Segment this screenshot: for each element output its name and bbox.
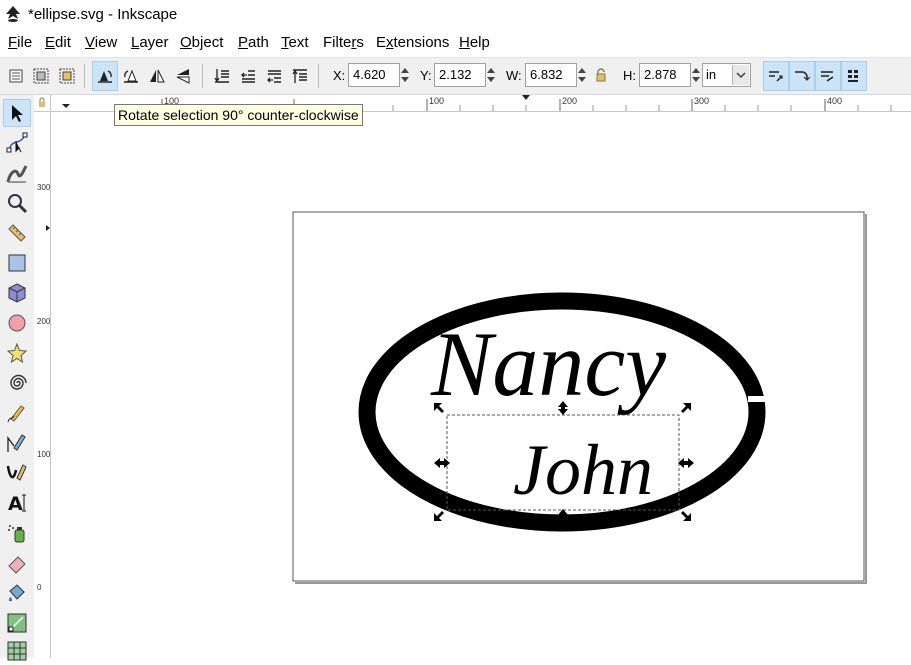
menu-filters[interactable]: Filters bbox=[323, 34, 364, 51]
lower-to-bottom-icon[interactable] bbox=[209, 61, 235, 91]
selector-tool-icon[interactable] bbox=[3, 99, 31, 127]
ellipse-tool-icon[interactable] bbox=[3, 309, 31, 337]
x-input[interactable]: 4.620 bbox=[348, 63, 400, 87]
gradient-tool-icon[interactable] bbox=[3, 609, 31, 637]
deselect-icon[interactable] bbox=[54, 61, 80, 91]
text-tool-icon[interactable]: A bbox=[3, 489, 31, 517]
svg-text:A: A bbox=[8, 493, 23, 514]
canvas-text-nancy[interactable]: Nancy bbox=[430, 313, 666, 415]
pencil-tool-icon[interactable] bbox=[3, 399, 31, 427]
paint-bucket-tool-icon[interactable] bbox=[3, 579, 31, 607]
x-label: X: bbox=[333, 68, 346, 83]
toolbar-separator bbox=[318, 64, 319, 88]
move-gradients-icon[interactable] bbox=[815, 61, 841, 91]
star-tool-icon[interactable] bbox=[3, 339, 31, 367]
mesh-tool-icon[interactable] bbox=[3, 637, 31, 665]
ruler-tick-label: 300 bbox=[37, 183, 51, 192]
x-spin-arrows-icon[interactable] bbox=[399, 63, 411, 87]
ruler-tick-label: 0 bbox=[37, 583, 42, 592]
tweak-tool-icon[interactable] bbox=[3, 159, 31, 187]
ruler-tick-label: 200 bbox=[37, 317, 51, 326]
measure-tool-icon[interactable] bbox=[3, 219, 31, 247]
zoom-tool-icon[interactable] bbox=[3, 189, 31, 217]
inkscape-icon bbox=[6, 6, 20, 22]
menu-extensions[interactable]: Extensions bbox=[376, 34, 449, 51]
ruler-corner bbox=[34, 95, 51, 112]
ruler-tick-label: 100 bbox=[37, 450, 51, 459]
toolbox: A bbox=[0, 95, 35, 661]
rotate-ccw-icon[interactable] bbox=[92, 61, 118, 91]
spiral-tool-icon[interactable] bbox=[3, 369, 31, 397]
menu-bar: File Edit View Layer Object Path Text Fi… bbox=[0, 30, 911, 56]
rectangle-tool-icon[interactable] bbox=[3, 249, 31, 277]
ruler-tick-label: 400 bbox=[827, 96, 843, 106]
w-label: W: bbox=[506, 68, 522, 83]
menu-text[interactable]: Text bbox=[281, 34, 309, 51]
flip-horizontal-icon[interactable] bbox=[144, 61, 170, 91]
toolbar-separator bbox=[202, 64, 203, 88]
ruler-tick-label: 300 bbox=[694, 96, 710, 106]
tooltip: Rotate selection 90° counter-clockwise bbox=[114, 104, 363, 126]
canvas-drawing: Nancy John bbox=[292, 211, 867, 584]
raise-to-top-icon[interactable] bbox=[287, 61, 313, 91]
scale-corners-icon[interactable] bbox=[789, 61, 815, 91]
y-spin-arrows-icon[interactable] bbox=[485, 63, 497, 87]
select-all-layers-icon[interactable] bbox=[28, 61, 54, 91]
h-spin-arrows-icon[interactable] bbox=[690, 63, 702, 87]
move-patterns-icon[interactable] bbox=[841, 61, 867, 91]
menu-layer[interactable]: Layer bbox=[131, 34, 169, 51]
ellipse-gap bbox=[748, 396, 768, 402]
menu-view[interactable]: View bbox=[85, 34, 117, 51]
flip-vertical-icon[interactable] bbox=[170, 61, 196, 91]
select-all-icon[interactable] bbox=[3, 61, 29, 91]
scale-stroke-icon[interactable] bbox=[763, 61, 789, 91]
lock-icon[interactable] bbox=[595, 67, 607, 83]
chevron-down-icon bbox=[732, 65, 749, 85]
canvas-text-john[interactable]: John bbox=[513, 430, 653, 510]
menu-edit[interactable]: Edit bbox=[45, 34, 71, 51]
ruler-tick-label: 100 bbox=[429, 96, 445, 106]
node-tool-icon[interactable] bbox=[3, 129, 31, 157]
h-input[interactable]: 2.878 bbox=[639, 63, 691, 87]
rotate-cw-icon[interactable] bbox=[118, 61, 144, 91]
drawing-canvas[interactable]: Nancy John bbox=[51, 112, 911, 658]
unit-value: in bbox=[706, 67, 717, 82]
ruler-tick-label: 200 bbox=[562, 96, 578, 106]
h-label: H: bbox=[623, 68, 636, 83]
menu-help[interactable]: Help bbox=[459, 34, 490, 51]
spray-tool-icon[interactable] bbox=[3, 519, 31, 547]
menu-object[interactable]: Object bbox=[180, 34, 223, 51]
raise-icon[interactable] bbox=[261, 61, 287, 91]
window-title: *ellipse.svg - Inkscape bbox=[28, 6, 178, 23]
menu-path[interactable]: Path bbox=[238, 34, 269, 51]
w-input[interactable]: 6.832 bbox=[525, 63, 577, 87]
3d-box-tool-icon[interactable] bbox=[3, 279, 31, 307]
pen-tool-icon[interactable] bbox=[3, 429, 31, 457]
menu-file[interactable]: File bbox=[8, 34, 32, 51]
lock-guides-icon bbox=[39, 97, 45, 107]
title-bar: *ellipse.svg - Inkscape bbox=[0, 0, 911, 30]
tool-controls-bar: X: 4.620 Y: 2.132 W: 6.832 H: 2.878 in bbox=[0, 57, 911, 95]
y-input[interactable]: 2.132 bbox=[434, 63, 486, 87]
ruler-ticks bbox=[40, 97, 50, 231]
unit-select[interactable]: in bbox=[702, 63, 751, 87]
vertical-ruler[interactable]: 300 200 100 0 bbox=[34, 95, 51, 658]
toolbar-separator bbox=[84, 64, 85, 88]
calligraphy-tool-icon[interactable] bbox=[3, 459, 31, 487]
lower-icon[interactable] bbox=[235, 61, 261, 91]
eraser-tool-icon[interactable] bbox=[3, 549, 31, 577]
y-label: Y: bbox=[420, 68, 432, 83]
w-spin-arrows-icon[interactable] bbox=[576, 63, 588, 87]
